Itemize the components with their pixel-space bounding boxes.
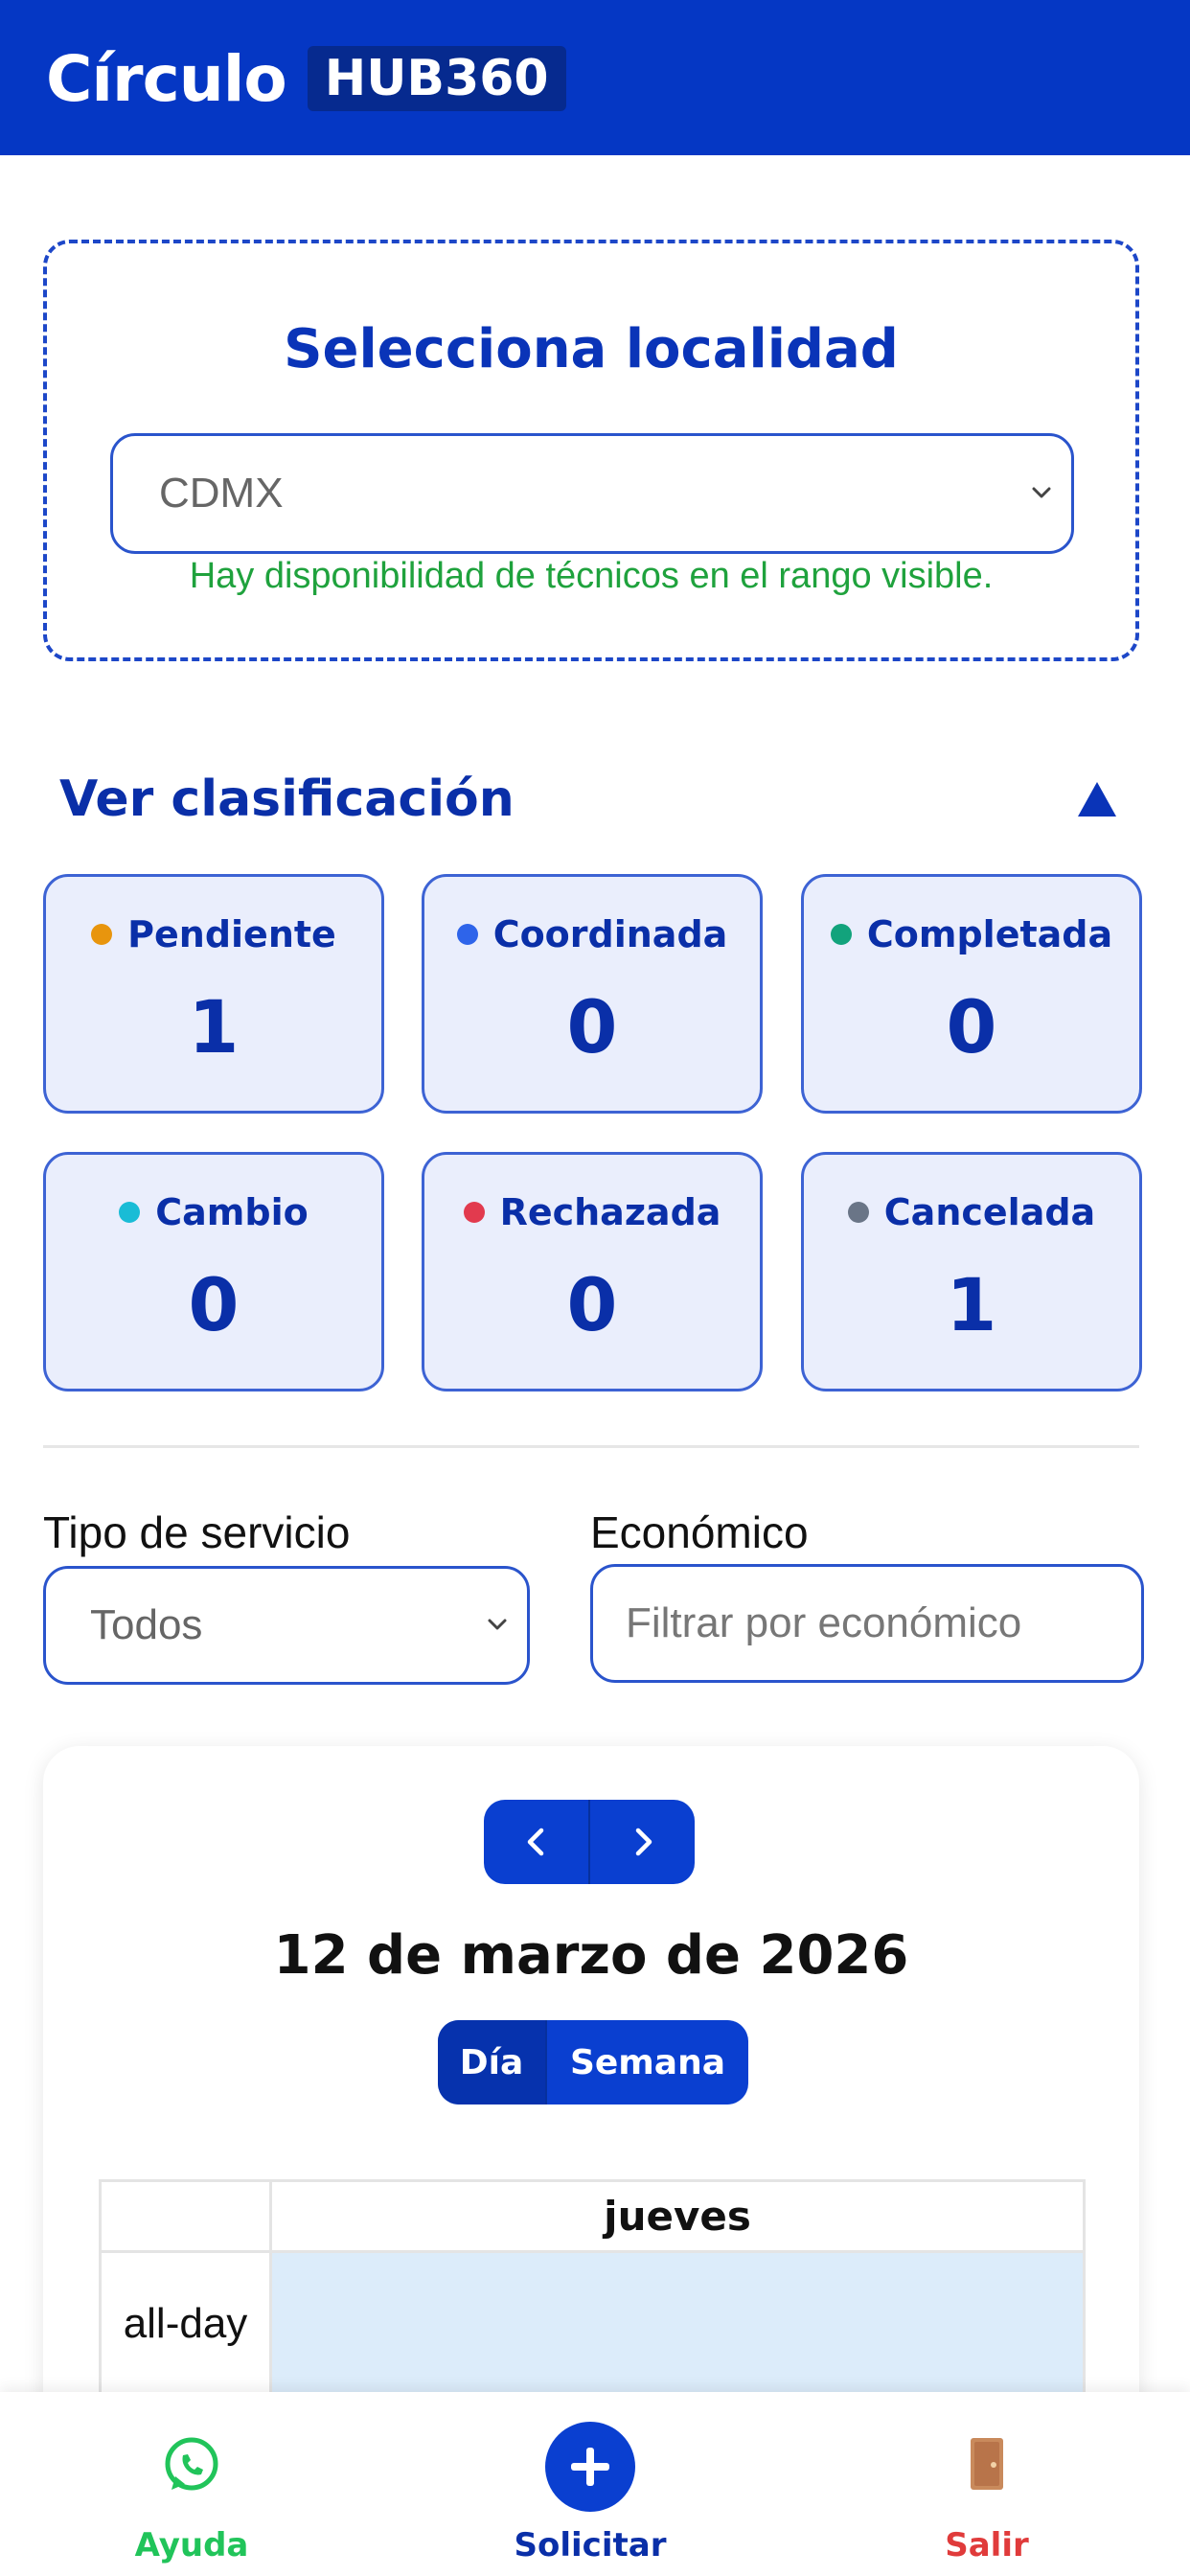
status-count: 0 (566, 984, 618, 1070)
status-count: 0 (946, 984, 997, 1070)
status-dot (830, 924, 852, 945)
brand-name: Círculo (46, 41, 287, 116)
calendar-date-title: 12 de marzo de 2026 (273, 1924, 909, 1987)
service-type-select[interactable]: Todos (43, 1566, 530, 1685)
status-label: Pendiente (127, 913, 336, 955)
view-week-button[interactable]: Semana (545, 2020, 748, 2104)
view-switcher: Día Semana (438, 2020, 748, 2104)
status-label: Cancelada (883, 1191, 1096, 1233)
door-icon (965, 2434, 1009, 2498)
status-count: 0 (188, 1262, 240, 1347)
economic-filter-input[interactable] (626, 1599, 1124, 1647)
request-button[interactable]: Solicitar (466, 2392, 715, 2576)
prev-button[interactable] (484, 1800, 588, 1884)
allday-slot[interactable] (269, 2250, 1086, 2397)
status-label: Cambio (155, 1191, 309, 1233)
triangle-up-icon[interactable] (1075, 778, 1119, 820)
request-label: Solicitar (514, 2526, 667, 2564)
chevron-left-icon (527, 1828, 543, 1856)
status-count: 0 (566, 1262, 618, 1347)
service-type-value: Todos (90, 1601, 203, 1648)
availability-message: Hay disponibilidad de técnicos en el ran… (189, 556, 994, 596)
service-type-label: Tipo de servicio (43, 1507, 351, 1557)
plus-circle-icon (544, 2421, 636, 2518)
chevron-right-icon (635, 1828, 652, 1856)
classification-toggle-title[interactable]: Ver clasificación (59, 770, 515, 828)
status-card-cancelada[interactable]: Cancelada 1 (801, 1152, 1142, 1392)
help-button[interactable]: Ayuda (67, 2392, 316, 2576)
location-select[interactable]: CDMX (110, 433, 1074, 554)
economic-filter-field[interactable] (590, 1564, 1144, 1683)
status-label: Coordinada (492, 913, 728, 955)
section-divider (43, 1445, 1139, 1448)
status-dot (119, 1202, 141, 1223)
help-label: Ayuda (134, 2526, 249, 2564)
status-card-completada[interactable]: Completada 0 (801, 874, 1142, 1114)
status-dot (847, 1202, 869, 1223)
brand-logo[interactable]: Círculo HUB360 (46, 34, 566, 123)
bottom-nav: Ayuda Solicitar Salir (0, 2392, 1190, 2576)
allday-label: all-day (99, 2250, 272, 2397)
economic-label: Económico (590, 1507, 809, 1557)
location-select-value: CDMX (159, 470, 284, 517)
view-day-button[interactable]: Día (438, 2020, 545, 2104)
status-label: Rechazada (499, 1191, 721, 1233)
location-title: Selecciona localidad (284, 318, 899, 380)
next-button[interactable] (588, 1800, 695, 1884)
calendar-day-header: jueves (269, 2179, 1086, 2253)
calendar-nav (484, 1800, 695, 1884)
exit-button[interactable]: Salir (862, 2392, 1111, 2576)
status-dot (91, 924, 113, 945)
calendar-grid: jueves all-day (99, 2179, 1086, 2397)
status-dot (463, 1202, 485, 1223)
status-card-coordinada[interactable]: Coordinada 0 (422, 874, 763, 1114)
status-count: 1 (946, 1262, 997, 1347)
status-card-rechazada[interactable]: Rechazada 0 (422, 1152, 763, 1392)
brand-badge: HUB360 (307, 46, 566, 111)
exit-label: Salir (945, 2526, 1029, 2564)
whatsapp-icon (160, 2434, 223, 2502)
status-card-cambio[interactable]: Cambio 0 (43, 1152, 384, 1392)
status-label: Completada (866, 913, 1113, 955)
status-count: 1 (188, 984, 240, 1070)
status-card-pendiente[interactable]: Pendiente 1 (43, 874, 384, 1114)
chevron-down-icon (1029, 480, 1054, 505)
app-header: Círculo HUB360 (0, 0, 1190, 155)
location-card: Selecciona localidad CDMX Hay disponibil… (43, 240, 1139, 661)
chevron-down-icon (485, 1612, 510, 1637)
status-dot (456, 924, 478, 945)
calendar-corner-cell (99, 2179, 272, 2253)
